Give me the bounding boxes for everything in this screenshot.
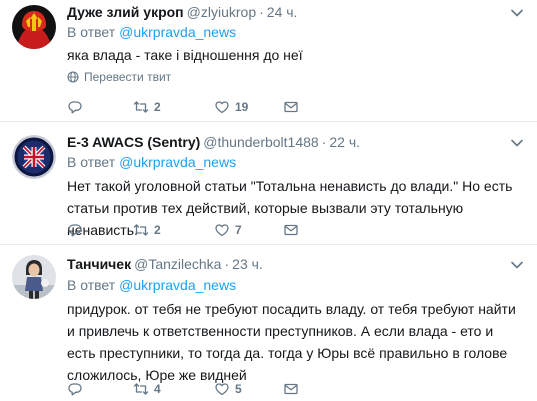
user-handle[interactable]: @zlyiukrop — [187, 4, 256, 20]
reply-mention-link[interactable]: @ukrpravda_news — [119, 24, 236, 40]
user-handle[interactable]: @Tanzilechka — [134, 256, 221, 272]
tweet[interactable]: E-3 AWACS (Sentry) @thunderbolt1488 · 22 ч.… — [0, 122, 537, 245]
translate-label[interactable]: Перевести твит — [84, 70, 171, 84]
separator-dot: · — [259, 4, 264, 20]
envelope-icon — [284, 383, 298, 395]
reply-context: В ответ @ukrpravda_news — [67, 276, 236, 294]
like-count: 7 — [235, 223, 242, 237]
tweet-actions: 2 19 — [67, 98, 307, 116]
direct-message-button[interactable] — [283, 221, 299, 239]
retweet-button[interactable]: 2 — [133, 221, 161, 239]
retweet-count: 2 — [154, 100, 161, 114]
avatar-image — [12, 255, 56, 299]
display-name[interactable]: E-3 AWACS (Sentry) — [67, 134, 200, 150]
timestamp[interactable]: 22 ч. — [329, 134, 360, 150]
reply-icon — [68, 101, 82, 114]
tweet-text: придурок. от тебя не требуют посадить вл… — [67, 301, 516, 383]
like-count: 19 — [235, 100, 249, 114]
retweet-icon — [133, 383, 149, 395]
tweet-text: яка влада - таке і відношення до неї — [67, 47, 303, 63]
tweet[interactable]: Танчичек @Tanzilechka · 23 ч. В ответ @ukrpr… — [0, 245, 537, 401]
retweet-icon — [133, 224, 149, 236]
avatar[interactable] — [12, 135, 56, 179]
globe-icon — [67, 71, 79, 83]
user-handle[interactable]: @thunderbolt1488 — [203, 134, 318, 150]
tweet-header: Танчичек @Tanzilechka · 23 ч. — [67, 255, 263, 273]
reply-context: В ответ @ukrpravda_news — [67, 23, 236, 41]
retweet-button[interactable]: 2 — [133, 98, 161, 116]
tweet-actions: 2 7 — [67, 221, 307, 239]
heart-icon — [215, 383, 229, 396]
like-count: 5 — [235, 382, 242, 396]
separator-dot: · — [321, 134, 327, 150]
reply-prefix: В ответ — [67, 154, 116, 170]
reply-button[interactable] — [67, 98, 88, 116]
retweet-count: 4 — [154, 382, 161, 396]
timestamp[interactable]: 24 ч. — [267, 4, 298, 20]
reply-mention-link[interactable]: @ukrpravda_news — [119, 277, 236, 293]
reply-button[interactable] — [67, 380, 88, 398]
reply-mention-link[interactable]: @ukrpravda_news — [119, 154, 236, 170]
reply-prefix: В ответ — [67, 24, 116, 40]
tweet-actions: 4 5 — [67, 380, 307, 398]
envelope-icon — [284, 101, 298, 113]
reply-prefix: В ответ — [67, 277, 116, 293]
avatar[interactable] — [12, 255, 56, 299]
reply-icon — [68, 224, 82, 237]
chevron-down-icon[interactable] — [510, 136, 524, 150]
avatar[interactable] — [12, 5, 56, 49]
avatar-image — [12, 5, 56, 49]
envelope-icon — [284, 224, 298, 236]
chevron-down-icon[interactable] — [510, 6, 524, 20]
tweet[interactable]: Дуже злий укроп @zlyiukrop · 24 ч. В ответ @… — [0, 0, 537, 122]
separator-dot: · — [224, 256, 230, 272]
reply-icon — [68, 383, 82, 396]
tweet-header: Дуже злий укроп @zlyiukrop · 24 ч. — [67, 3, 297, 21]
retweet-button[interactable]: 4 — [133, 380, 161, 398]
display-name[interactable]: Дуже злий укроп — [67, 4, 184, 20]
direct-message-button[interactable] — [283, 98, 299, 116]
heart-icon — [215, 224, 229, 237]
like-button[interactable]: 7 — [214, 221, 242, 239]
timestamp[interactable]: 23 ч. — [232, 256, 263, 272]
translate-tweet-link[interactable]: Перевести твит — [67, 70, 171, 84]
reply-context: В ответ @ukrpravda_news — [67, 153, 236, 171]
direct-message-button[interactable] — [283, 380, 299, 398]
tweet-header: E-3 AWACS (Sentry) @thunderbolt1488 · 22 ч. — [67, 133, 360, 151]
heart-icon — [215, 101, 229, 114]
retweet-icon — [133, 101, 149, 113]
retweet-count: 2 — [154, 223, 161, 237]
avatar-image — [12, 135, 56, 179]
reply-button[interactable] — [67, 221, 88, 239]
like-button[interactable]: 19 — [214, 98, 248, 116]
display-name[interactable]: Танчичек — [67, 256, 131, 272]
chevron-down-icon[interactable] — [510, 258, 524, 272]
like-button[interactable]: 5 — [214, 380, 242, 398]
